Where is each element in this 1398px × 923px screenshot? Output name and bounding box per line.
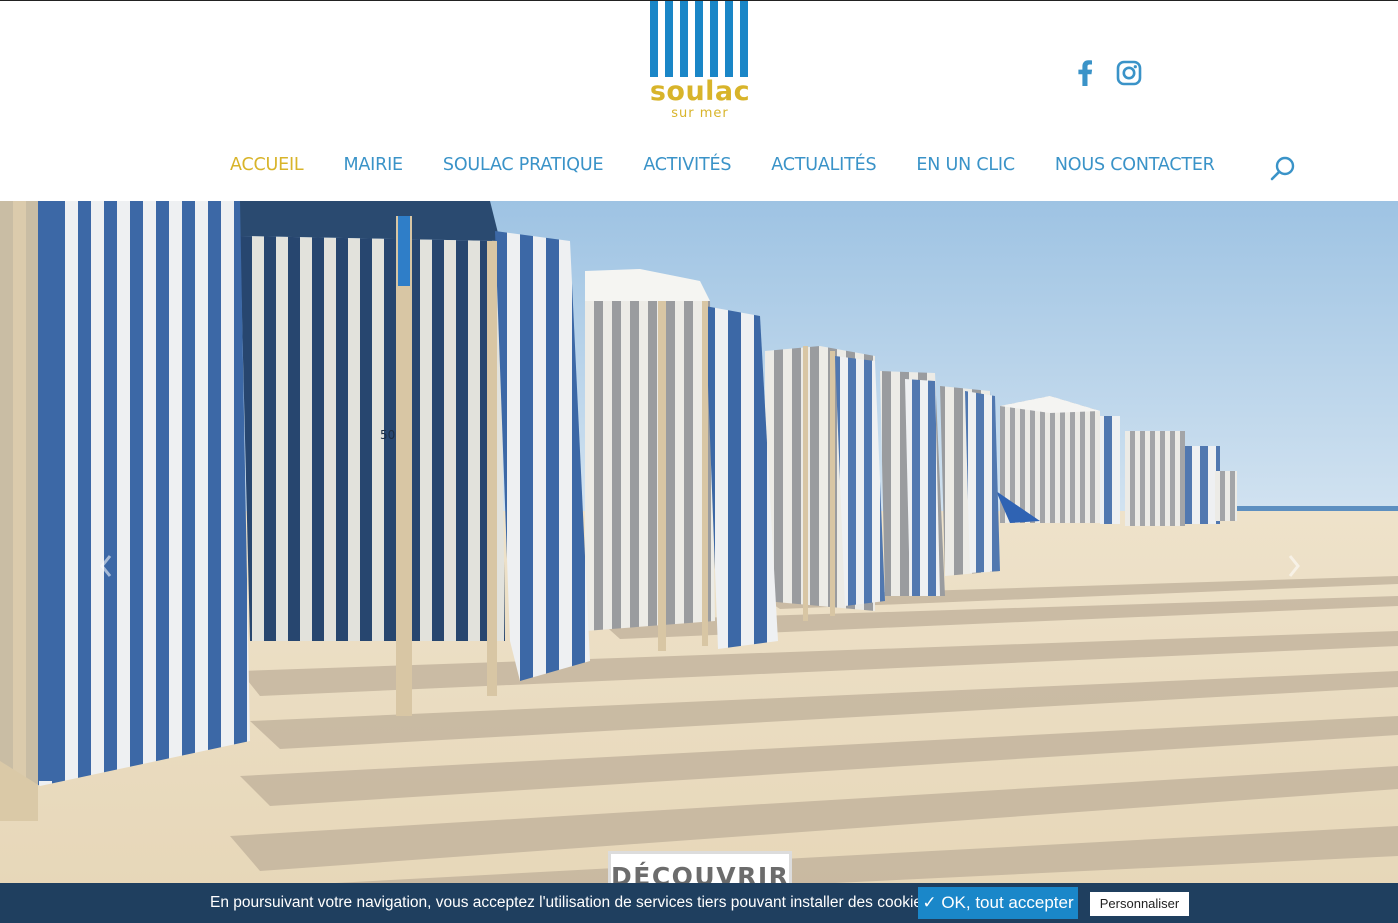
facebook-link[interactable] bbox=[1070, 58, 1100, 88]
nav-item-soulac-pratique[interactable]: SOULAC PRATIQUE bbox=[423, 148, 623, 182]
accept-cookies-button[interactable]: ✓ OK, tout accepter bbox=[918, 887, 1078, 919]
instagram-link[interactable] bbox=[1114, 58, 1144, 88]
search-button[interactable] bbox=[1268, 154, 1298, 184]
nav-item-nous-contacter[interactable]: NOUS CONTACTER bbox=[1035, 148, 1235, 182]
logo-subtitle: sur mer bbox=[671, 106, 729, 121]
site-header: soulac sur mer ACCUEIL MAIRIE SOULAC PRA… bbox=[0, 0, 1398, 201]
search-icon bbox=[1270, 156, 1295, 181]
page: soulac sur mer ACCUEIL MAIRIE SOULAC PRA… bbox=[0, 0, 1398, 923]
slider-prev-button[interactable] bbox=[94, 546, 118, 586]
cookie-message: En poursuivant votre navigation, vous ac… bbox=[210, 894, 930, 911]
hero-image: 50 bbox=[0, 201, 1398, 923]
instagram-icon bbox=[1116, 60, 1142, 86]
main-nav: ACCUEIL MAIRIE SOULAC PRATIQUE ACTIVITÉS… bbox=[210, 148, 1235, 182]
nav-item-accueil[interactable]: ACCUEIL bbox=[210, 148, 323, 182]
nav-item-mairie[interactable]: MAIRIE bbox=[323, 148, 422, 182]
site-logo[interactable]: soulac sur mer bbox=[647, 0, 753, 126]
svg-text:50: 50 bbox=[380, 428, 395, 442]
cookie-banner: En poursuivant votre navigation, vous ac… bbox=[0, 883, 1398, 923]
hero-slider: 50 DÉCOUVRIR bbox=[0, 201, 1398, 923]
logo-bars bbox=[650, 1, 750, 77]
chevron-left-icon bbox=[100, 555, 112, 577]
logo-wordmark: soulac bbox=[649, 76, 751, 107]
facebook-icon bbox=[1078, 60, 1093, 86]
slider-next-button[interactable] bbox=[1282, 546, 1306, 586]
nav-item-en-un-clic[interactable]: EN UN CLIC bbox=[896, 148, 1035, 182]
nav-item-actualites[interactable]: ACTUALITÉS bbox=[751, 148, 896, 182]
customize-cookies-button[interactable]: Personnaliser bbox=[1090, 892, 1189, 916]
chevron-right-icon bbox=[1288, 555, 1300, 577]
nav-item-activites[interactable]: ACTIVITÉS bbox=[623, 148, 751, 182]
